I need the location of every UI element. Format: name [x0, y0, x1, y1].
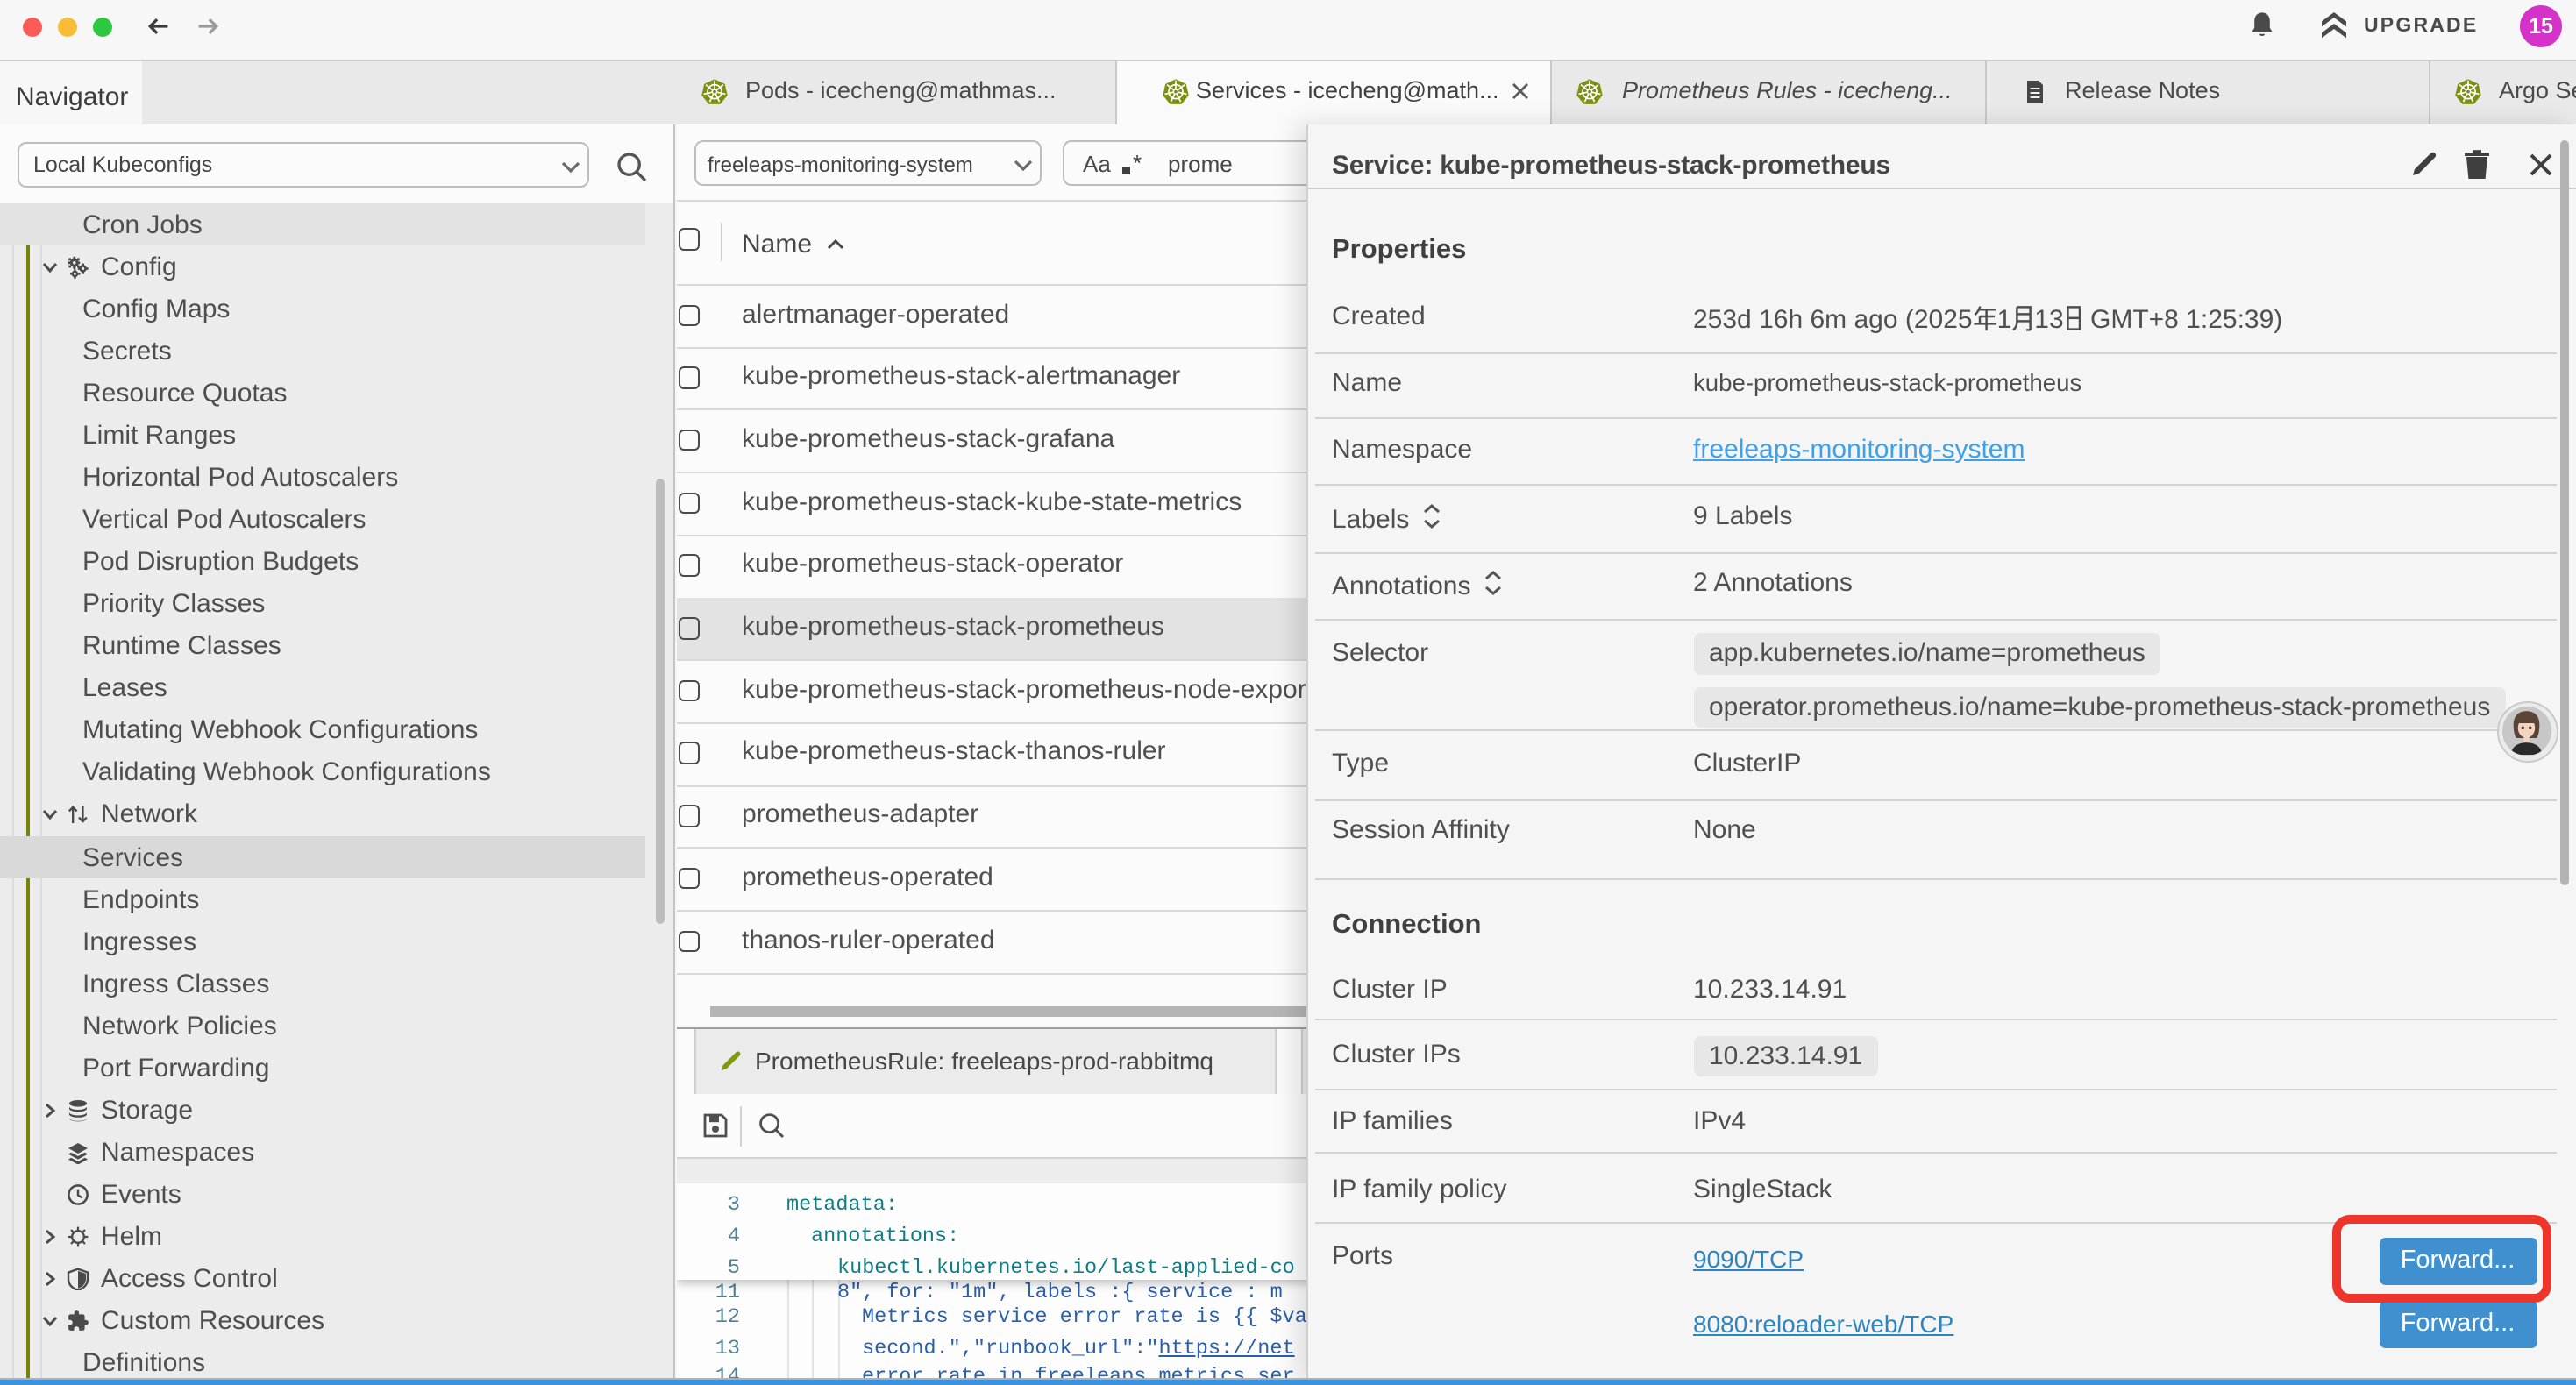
svg-text:*: *	[1133, 153, 1142, 176]
